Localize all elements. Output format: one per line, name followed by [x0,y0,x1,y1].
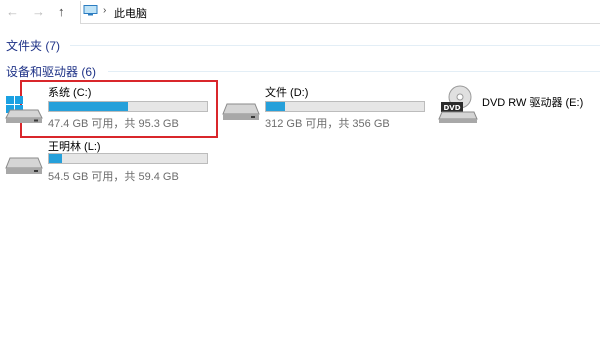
breadcrumb-separator: › [103,5,107,16]
drive-c[interactable]: 系统 (C:) 47.4 GB 可用，共 95.3 GB [4,84,214,130]
drive-d-usage-bar [265,101,425,112]
drive-d[interactable]: 文件 (D:) 312 GB 可用，共 356 GB [221,84,436,130]
drive-c-name: 系统 (C:) [48,87,92,99]
drive-e[interactable]: DVD DVD RW 驱动器 (E:) [438,84,598,130]
devices-group-header[interactable]: 设备和驱动器 (6) [0,63,600,81]
drive-d-name: 文件 (D:) [265,87,309,99]
svg-text:DVD: DVD [443,104,460,112]
drive-c-info: 47.4 GB 可用，共 95.3 GB [48,118,179,130]
dvd-drive-icon: DVD [438,85,478,123]
devices-group-label: 设备和驱动器 (6) [6,65,97,79]
drive-l-usage-fill [49,154,62,163]
group-divider [70,45,600,46]
up-arrow-icon[interactable]: ↑ [58,5,65,19]
computer-icon [83,5,98,16]
folders-group-label: 文件夹 (7) [6,39,61,53]
windows-drive-icon [5,96,43,123]
hard-drive-icon [5,157,43,174]
drive-l-usage-bar [48,153,208,164]
drive-e-name: DVD RW 驱动器 (E:) [482,97,584,109]
forward-arrow-icon[interactable]: → [32,5,45,19]
drive-c-usage-fill [49,102,128,111]
hard-drive-icon [222,103,260,120]
group-divider [108,71,600,72]
navigation-bar: ← → ↑ › 此电脑 [0,0,600,26]
drive-l-name: 王明林 (L:) [48,141,101,153]
drive-d-info: 312 GB 可用，共 356 GB [265,118,390,130]
drive-l[interactable]: 王明林 (L:) 54.5 GB 可用，共 59.4 GB [4,138,214,184]
back-arrow-icon[interactable]: ← [6,5,19,19]
breadcrumb-this-pc[interactable]: 此电脑 [114,5,147,21]
address-bar[interactable]: › 此电脑 [80,1,600,24]
drive-l-info: 54.5 GB 可用，共 59.4 GB [48,171,179,183]
folders-group-header[interactable]: 文件夹 (7) [0,37,600,55]
drive-d-usage-fill [266,102,285,111]
drive-c-usage-bar [48,101,208,112]
